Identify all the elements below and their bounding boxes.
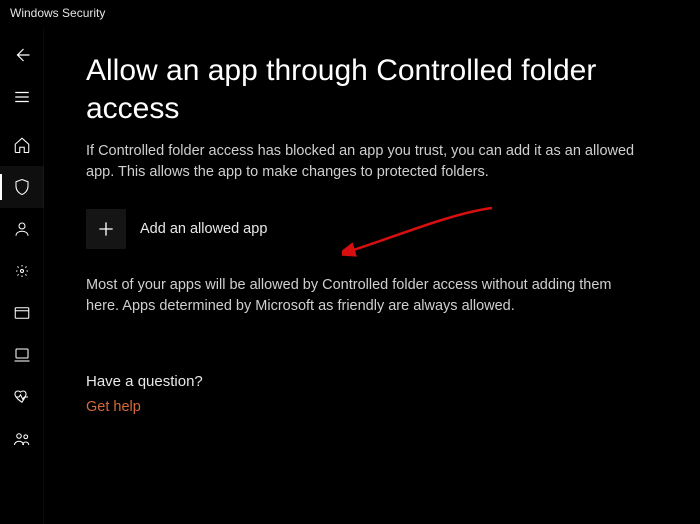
- page-description: If Controlled folder access has blocked …: [86, 141, 650, 183]
- sidebar-item-account[interactable]: [0, 208, 44, 250]
- sidebar-item-home[interactable]: [0, 124, 44, 166]
- family-icon: [13, 430, 31, 448]
- account-icon: [13, 220, 31, 238]
- home-icon: [13, 136, 31, 154]
- get-help-link[interactable]: Get help: [86, 399, 141, 415]
- question-heading: Have a question?: [86, 373, 650, 390]
- back-icon: [13, 46, 31, 64]
- plus-icon: [96, 219, 116, 239]
- app-frame: Allow an app through Controlled folder a…: [0, 28, 700, 524]
- sidebar-item-device[interactable]: [0, 334, 44, 376]
- add-allowed-app-label: Add an allowed app: [140, 221, 267, 237]
- app-browser-icon: [13, 304, 31, 322]
- shield-icon: [13, 178, 31, 196]
- menu-icon: [13, 88, 31, 106]
- menu-button[interactable]: [0, 76, 44, 118]
- page-title: Allow an app through Controlled folder a…: [86, 52, 650, 127]
- health-icon: [13, 388, 31, 406]
- window-title: Windows Security: [0, 0, 700, 28]
- back-button[interactable]: [0, 34, 44, 76]
- main-content: Allow an app through Controlled folder a…: [44, 28, 700, 524]
- sidebar-item-firewall[interactable]: [0, 250, 44, 292]
- firewall-icon: [13, 262, 31, 280]
- note-text: Most of your apps will be allowed by Con…: [86, 275, 646, 317]
- add-allowed-app-row[interactable]: Add an allowed app: [86, 209, 650, 249]
- sidebar: [0, 28, 44, 524]
- add-allowed-app-button[interactable]: [86, 209, 126, 249]
- device-icon: [13, 346, 31, 364]
- sidebar-item-health[interactable]: [0, 376, 44, 418]
- sidebar-item-security[interactable]: [0, 166, 44, 208]
- sidebar-item-family[interactable]: [0, 418, 44, 460]
- sidebar-item-app-browser[interactable]: [0, 292, 44, 334]
